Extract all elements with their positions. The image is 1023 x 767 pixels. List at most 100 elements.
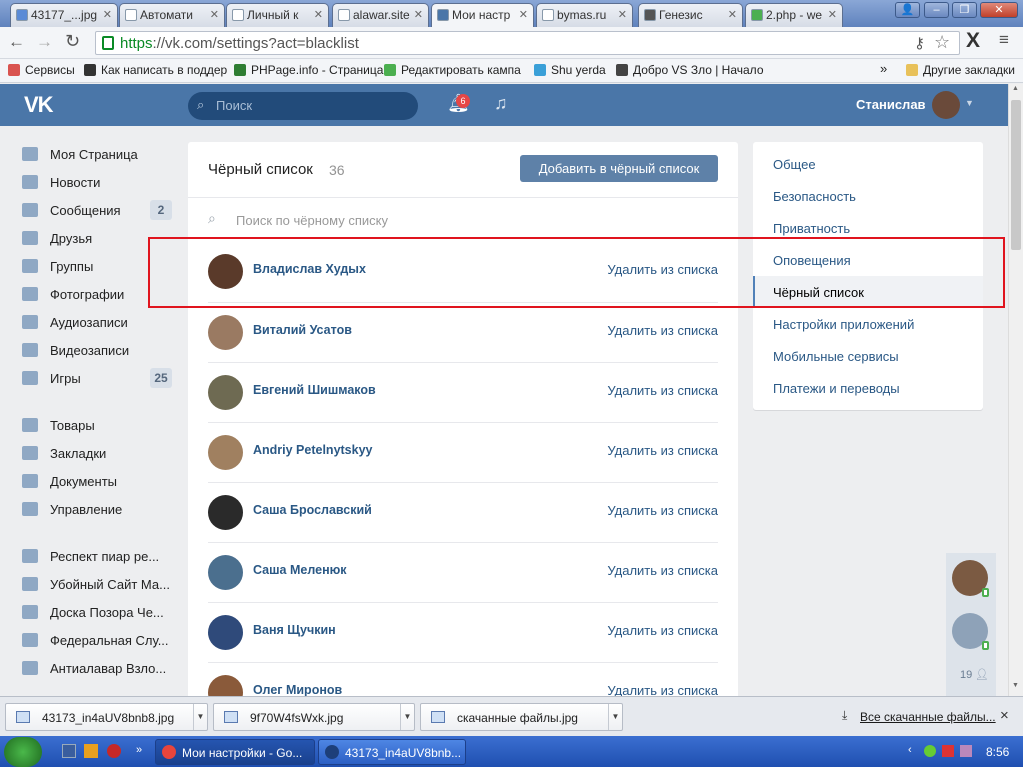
url-input[interactable]: https://vk.com/settings?act=blacklist ⚷ …	[95, 31, 960, 55]
minimize-button[interactable]: –	[924, 2, 949, 18]
download-item[interactable]: скачанные файлы.jpg ▼	[420, 703, 623, 731]
tray-icon[interactable]	[960, 745, 972, 757]
avatar[interactable]	[208, 495, 243, 530]
close-window-button[interactable]: ✕	[980, 2, 1018, 18]
sidebar-item-news[interactable]: Новости	[22, 173, 194, 195]
browser-tab[interactable]: Генезис ✕	[638, 3, 743, 27]
sidebar-item-games[interactable]: Игры 25	[22, 368, 194, 391]
quicklaunch-icon[interactable]	[107, 744, 121, 758]
download-item[interactable]: 43173_in4aUV8bnb8.jpg ▼	[5, 703, 208, 731]
show-desktop-icon[interactable]	[62, 744, 76, 758]
close-icon[interactable]: ✕	[519, 8, 528, 21]
avatar[interactable]	[208, 675, 243, 696]
reload-icon[interactable]: ↻	[65, 31, 80, 52]
search-input[interactable]: ⌕ Поиск	[188, 92, 418, 120]
bookmark-item[interactable]: Редактировать кампа	[384, 63, 521, 77]
bookmark-item[interactable]: Сервисы	[8, 63, 75, 77]
close-icon[interactable]: ✕	[414, 8, 423, 21]
bookmark-item[interactable]: PHPage.info - Страница	[234, 63, 383, 77]
user-name[interactable]: Станислав	[856, 97, 926, 112]
remove-from-list-link[interactable]: Удалить из списка	[607, 503, 718, 518]
scrollbar-thumb[interactable]	[1011, 100, 1021, 250]
settings-menu-item[interactable]: Безопасность	[753, 180, 983, 212]
chevron-left-icon[interactable]: ‹	[908, 744, 912, 756]
tray-icon[interactable]	[942, 745, 954, 757]
user-name-link[interactable]: Andriy Petelnytskyy	[253, 443, 373, 457]
scroll-down-icon[interactable]: ▼	[1012, 682, 1019, 689]
settings-menu-item[interactable]: Платежи и переводы	[753, 372, 983, 404]
settings-menu-item[interactable]: Настройки приложений	[753, 308, 983, 340]
scrollbar[interactable]: ▲ ▼	[1008, 84, 1023, 696]
browser-tab[interactable]: bymas.ru ✕	[536, 3, 633, 27]
add-to-blacklist-button[interactable]: Добавить в чёрный список	[520, 155, 718, 182]
remove-from-list-link[interactable]: Удалить из списка	[607, 563, 718, 578]
browser-tab[interactable]: Личный к ✕	[226, 3, 329, 27]
bookmark-item[interactable]: Как написать в поддер	[84, 63, 227, 77]
chevron-right-icon[interactable]: »	[136, 744, 142, 756]
remove-from-list-link[interactable]: Удалить из списка	[607, 323, 718, 338]
menu-icon[interactable]: ≡	[999, 30, 1009, 50]
avatar[interactable]	[208, 375, 243, 410]
sidebar-item-messages[interactable]: Сообщения 2	[22, 200, 194, 223]
back-icon[interactable]: ←	[8, 32, 25, 52]
user-name-link[interactable]: Олег Миронов	[253, 683, 342, 696]
close-icon[interactable]: ✕	[728, 8, 737, 21]
remove-from-list-link[interactable]: Удалить из списка	[607, 623, 718, 638]
close-icon[interactable]: ✕	[618, 8, 627, 21]
maximize-button[interactable]: ❐	[952, 2, 977, 18]
close-icon[interactable]: ✕	[828, 8, 837, 21]
key-icon[interactable]: ⚷	[914, 34, 925, 52]
browser-tab[interactable]: Автомати ✕	[119, 3, 225, 27]
taskbar-window-button[interactable]: 43173_in4aUV8bnb...	[318, 739, 466, 765]
close-icon[interactable]: ✕	[103, 8, 112, 21]
sidebar-item-video[interactable]: Видеозаписи	[22, 341, 194, 363]
chevron-down-icon[interactable]: ▼	[965, 98, 974, 108]
forward-icon[interactable]: →	[36, 32, 53, 52]
blacklist-search-input[interactable]: ⌕ Поиск по чёрному списку	[188, 197, 738, 242]
close-icon[interactable]: ✕	[210, 8, 219, 21]
start-button[interactable]	[4, 737, 42, 767]
sidebar-item-home[interactable]: Моя Страница	[22, 145, 194, 167]
browser-tab[interactable]: alawar.site ✕	[332, 3, 429, 27]
quicklaunch-icon[interactable]	[84, 744, 98, 758]
browser-tab[interactable]: Мои настр ✕	[431, 3, 534, 27]
remove-from-list-link[interactable]: Удалить из списка	[607, 683, 718, 696]
extension-x-icon[interactable]: X	[966, 29, 980, 53]
avatar[interactable]	[208, 315, 243, 350]
more-bookmarks-icon[interactable]: »	[880, 61, 887, 76]
user-profile-button[interactable]: 👤	[895, 2, 920, 18]
avatar[interactable]	[932, 91, 960, 119]
browser-tab[interactable]: 2.php - we ✕	[745, 3, 843, 27]
bookmark-item[interactable]: Shu yerda	[534, 63, 606, 77]
user-name-link[interactable]: Ваня Щучкин	[253, 623, 336, 637]
user-name-link[interactable]: Виталий Усатов	[253, 323, 352, 337]
avatar[interactable]	[208, 555, 243, 590]
user-name-link[interactable]: Саша Меленюк	[253, 563, 347, 577]
remove-from-list-link[interactable]: Удалить из списка	[607, 443, 718, 458]
settings-menu-item[interactable]: Общее	[753, 148, 983, 180]
chevron-down-icon[interactable]: ▼	[193, 704, 207, 730]
browser-tab[interactable]: 43177_...jpg ✕	[10, 3, 118, 27]
all-downloads-link[interactable]: Все скачанные файлы...	[860, 710, 996, 724]
chevron-down-icon[interactable]: ▼	[608, 704, 622, 730]
close-icon[interactable]: ×	[1000, 707, 1009, 724]
download-item[interactable]: 9f70W4fsWxk.jpg ▼	[213, 703, 415, 731]
settings-menu-item[interactable]: Мобильные сервисы	[753, 340, 983, 372]
other-bookmarks[interactable]: Другие закладки	[906, 63, 1015, 77]
bookmark-item[interactable]: Добро VS Зло | Начало	[616, 63, 764, 77]
avatar[interactable]	[208, 615, 243, 650]
clock[interactable]: 8:56	[986, 745, 1009, 759]
remove-from-list-link[interactable]: Удалить из списка	[607, 383, 718, 398]
music-icon[interactable]: ♫	[494, 93, 508, 114]
avatar[interactable]	[208, 435, 243, 470]
sidebar-item-music[interactable]: Аудиозаписи	[22, 313, 194, 335]
chevron-down-icon[interactable]: ▼	[400, 704, 414, 730]
close-icon[interactable]: ✕	[314, 8, 323, 21]
scroll-up-icon[interactable]: ▲	[1012, 85, 1019, 92]
user-name-link[interactable]: Саша Брославский	[253, 503, 372, 517]
star-icon[interactable]: ☆	[934, 32, 950, 53]
tray-icon[interactable]	[924, 745, 936, 757]
user-name-link[interactable]: Евгений Шишмаков	[253, 383, 376, 397]
online-count[interactable]: 19	[960, 669, 972, 681]
vk-logo[interactable]: VK	[24, 92, 54, 118]
